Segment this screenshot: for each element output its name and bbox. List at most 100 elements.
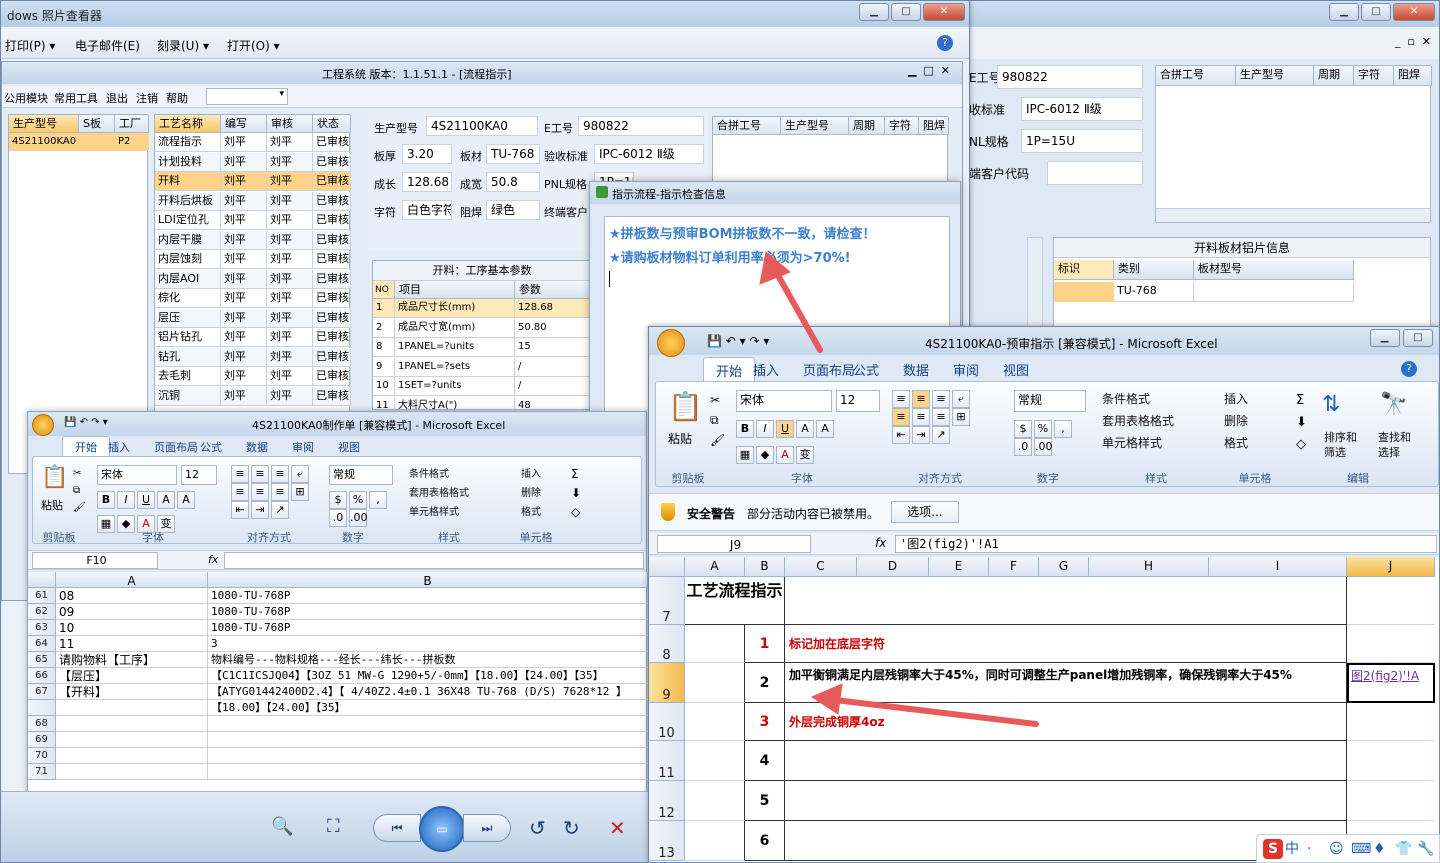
empty-cell[interactable] xyxy=(785,577,1347,625)
paste-icon[interactable]: 📋 xyxy=(41,465,68,490)
cell-style-button[interactable]: 单元格样式 xyxy=(409,503,459,518)
slideshow-icon[interactable]: ▭ xyxy=(419,806,465,852)
ime-icon-5[interactable]: ♦ xyxy=(1373,839,1386,859)
param-cell[interactable]: 9 xyxy=(373,357,395,377)
process-cell[interactable]: 刘平 xyxy=(221,230,267,250)
merge-header-2[interactable]: 周期 xyxy=(849,117,885,135)
close-button[interactable]: ✕ xyxy=(1393,3,1435,21)
ribbon-tab-4[interactable]: 数据 xyxy=(246,439,268,455)
number-buttons[interactable]: $%, .0.00 xyxy=(329,491,389,527)
bg-sheet-header-2[interactable]: 板材型号 xyxy=(1194,260,1354,280)
insert-cells-button[interactable]: 插入 xyxy=(1224,390,1248,407)
cell-b[interactable] xyxy=(208,748,648,764)
process-cell[interactable]: 已审核 xyxy=(313,386,351,406)
process-cell[interactable]: 刘平 xyxy=(221,133,267,152)
process-cell[interactable]: 铝片钻孔 xyxy=(155,328,221,347)
std-value[interactable]: IPC-6012 Ⅱ级 xyxy=(594,144,704,164)
process-header-3[interactable]: 状态 xyxy=(313,115,351,133)
row-header[interactable]: 7 xyxy=(649,577,685,625)
ribbon-tab-4[interactable]: 数据 xyxy=(903,360,929,379)
cell-b[interactable]: 【18.00】【24.00】【35】 xyxy=(208,700,648,716)
format-cells-button[interactable]: 格式 xyxy=(1224,434,1248,451)
horizontal-scrollbar[interactable] xyxy=(1156,208,1430,222)
ribbon-tab-3[interactable]: 公式 xyxy=(200,439,222,455)
step-number-cell[interactable]: 2 xyxy=(745,663,785,703)
ime-icon-0[interactable]: S xyxy=(1263,839,1283,859)
process-cell[interactable]: 已审核 xyxy=(313,152,351,172)
param-cell[interactable]: 1 xyxy=(373,299,395,318)
row-header[interactable]: 71 xyxy=(28,764,56,780)
menu-open[interactable]: 打开(O) ▾ xyxy=(227,37,280,54)
row-header[interactable]: 12 xyxy=(649,781,685,821)
name-box[interactable]: J9 xyxy=(657,535,811,553)
menu-burn[interactable]: 刻录(U) ▾ xyxy=(157,37,209,54)
ribbon-tab-5[interactable]: 审阅 xyxy=(292,439,314,455)
row-header[interactable]: 9 xyxy=(649,663,685,703)
mask-value[interactable]: 绿色 xyxy=(486,200,540,220)
paste-label[interactable]: 粘贴 xyxy=(668,430,692,447)
ribbon-tab-1[interactable]: 插入 xyxy=(108,439,130,455)
ribbon-tab-1[interactable]: 插入 xyxy=(753,360,779,379)
merge-header-4[interactable]: 阻焊 xyxy=(919,117,949,135)
cell-a[interactable] xyxy=(56,716,208,732)
process-cell[interactable]: 刘平 xyxy=(267,308,313,328)
question-icon[interactable]: ? xyxy=(937,35,953,51)
process-cell[interactable]: 已审核 xyxy=(313,308,351,328)
model-value[interactable]: 4S21100KA0 xyxy=(426,116,538,136)
sum-icon[interactable]: Σ ⬇ ◇ xyxy=(1296,390,1307,456)
ribbon-tab-0[interactable]: 开始 xyxy=(703,357,756,383)
process-cell[interactable]: 钻孔 xyxy=(155,347,221,367)
eno-value[interactable]: 980822 xyxy=(578,116,704,136)
delete-cells-button[interactable]: 删除 xyxy=(1224,412,1248,429)
bg-field-value-2[interactable]: 1P=15U xyxy=(1021,129,1143,153)
row-header[interactable]: 65 xyxy=(28,652,56,668)
model-list-header-0[interactable]: 生产型号 xyxy=(9,115,79,133)
process-cell[interactable]: 刘平 xyxy=(267,133,313,152)
row-header[interactable]: 10 xyxy=(649,703,685,741)
rotate-left-icon[interactable]: ↺ xyxy=(529,816,546,840)
process-cell[interactable]: 刘平 xyxy=(221,328,267,347)
menu-exit[interactable]: 退出 xyxy=(106,90,128,106)
clipboard-icons[interactable]: ✂ ⧉ 🖌 xyxy=(73,465,86,516)
ime-icon-1[interactable]: 中 xyxy=(1285,839,1299,859)
cell-b[interactable]: 【ATYG01442400D2.4】【 4/40Z2.4±0.1 36X48 T… xyxy=(208,684,648,700)
process-cell[interactable]: 已审核 xyxy=(313,347,351,367)
ime-icon-7[interactable]: 🔧 xyxy=(1417,839,1434,859)
cell-a[interactable] xyxy=(685,821,745,861)
row-header[interactable]: 13 xyxy=(649,821,685,861)
cell-b[interactable] xyxy=(208,732,648,748)
process-cell[interactable]: 刘平 xyxy=(267,230,313,250)
process-cell[interactable]: 刘平 xyxy=(267,289,313,308)
instruction-cell[interactable] xyxy=(785,741,1347,781)
width-value[interactable]: 50.8 xyxy=(486,172,540,192)
align-buttons[interactable]: ≡ ≡ ≡ ⤶ ≡ ≡ ≡ ⊞ ⇤ ⇥ ↗ xyxy=(892,390,972,444)
row-header[interactable]: 61 xyxy=(28,588,56,604)
number-buttons[interactable]: $%, .0.00 xyxy=(1014,420,1074,456)
cell-a[interactable] xyxy=(685,741,745,781)
number-format-select[interactable]: 常规 xyxy=(329,465,393,485)
cell-a[interactable]: 【开料】 xyxy=(56,684,208,700)
param-cell[interactable]: 2 xyxy=(373,318,395,338)
column-header-e[interactable]: E xyxy=(929,557,989,577)
process-cell[interactable]: 刘平 xyxy=(267,386,313,406)
quick-access-icons[interactable]: 💾 ↶ ▾ ↷ ▾ xyxy=(707,334,769,348)
cell-a[interactable]: 09 xyxy=(56,604,208,620)
step-number-cell[interactable]: 5 xyxy=(745,781,785,821)
row-header[interactable]: 63 xyxy=(28,620,56,636)
row-header[interactable]: 68 xyxy=(28,716,56,732)
cell-b[interactable] xyxy=(208,764,648,780)
conditional-format-button[interactable]: 条件格式 xyxy=(409,465,449,480)
align-buttons[interactable]: ≡ ≡ ≡ ⤶ ≡ ≡ ≡ ⊞ ⇤ ⇥ ↗ xyxy=(231,465,311,519)
process-cell[interactable]: 刘平 xyxy=(221,191,267,211)
process-cell[interactable]: 层压 xyxy=(155,308,221,328)
ribbon-tab-5[interactable]: 审阅 xyxy=(953,360,979,379)
process-cell[interactable]: 刘平 xyxy=(221,308,267,328)
process-cell[interactable]: 刘平 xyxy=(221,250,267,269)
thickness-value[interactable]: 3.20 xyxy=(402,144,452,164)
process-cell[interactable]: 内层AOI xyxy=(155,269,221,289)
cell-a[interactable]: 【层压】 xyxy=(56,668,208,684)
process-cell[interactable]: 已审核 xyxy=(313,367,351,386)
menu-logout[interactable]: 注销 xyxy=(136,90,158,106)
zoom-icon[interactable]: 🔍 xyxy=(271,816,293,837)
process-cell[interactable]: 已审核 xyxy=(313,289,351,308)
